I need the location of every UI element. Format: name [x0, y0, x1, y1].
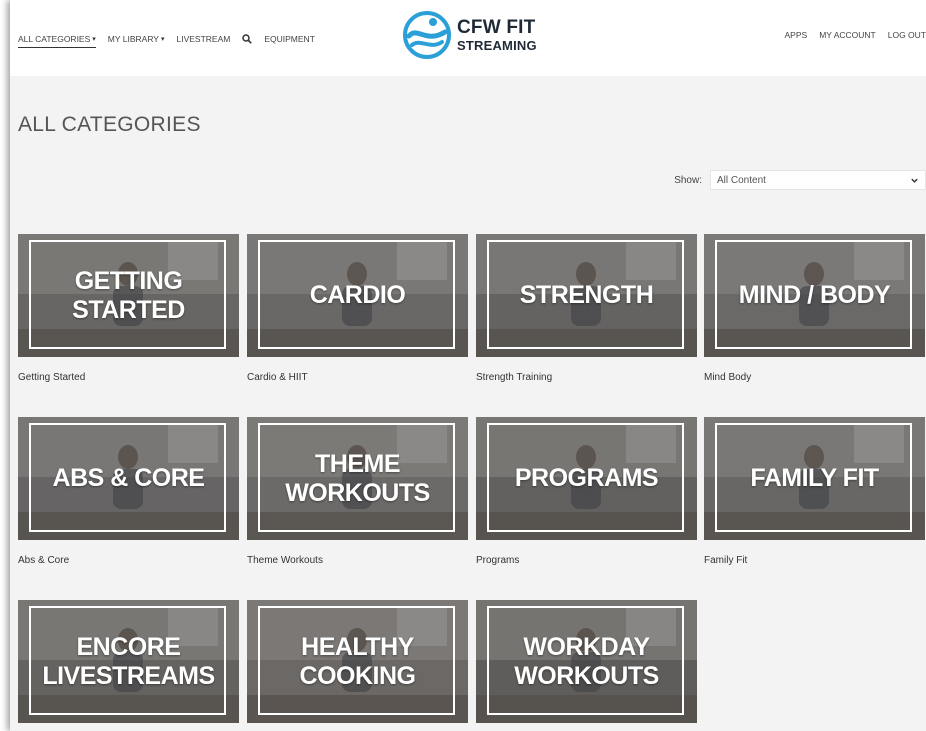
category-card[interactable]: STRENGTH Strength Training [476, 234, 697, 383]
nav-my-account[interactable]: MY ACCOUNT [819, 30, 876, 40]
category-thumbnail[interactable]: MIND / BODY [704, 234, 925, 357]
site-header: ALL CATEGORIES ▾ MY LIBRARY ▾ LIVESTREAM… [10, 0, 926, 76]
category-thumbnail[interactable]: PROGRAMS [476, 417, 697, 540]
category-label[interactable]: Getting Started [18, 372, 239, 383]
nav-all-categories[interactable]: ALL CATEGORIES ▾ [18, 34, 96, 48]
nav-left: ALL CATEGORIES ▾ MY LIBRARY ▾ LIVESTREAM… [18, 30, 327, 48]
category-card[interactable]: FAMILY FIT Family Fit [704, 417, 925, 566]
show-label: Show: [674, 174, 702, 186]
category-label[interactable]: Theme Workouts [247, 555, 468, 566]
category-tile-title: GETTING STARTED [72, 266, 185, 324]
category-card[interactable]: WORKDAY WORKOUTS [476, 600, 697, 731]
category-card[interactable]: ENCORE LIVESTREAMS [18, 600, 239, 731]
category-label[interactable]: Family Fit [704, 555, 925, 566]
category-tile-title: MIND / BODY [738, 281, 891, 310]
category-tile-title: CARDIO [309, 281, 406, 310]
nav-apps-label: APPS [784, 30, 808, 40]
category-tile-title: FAMILY FIT [750, 464, 879, 493]
category-tile-title: STRENGTH [519, 281, 654, 310]
chevron-down-icon [911, 178, 918, 183]
category-thumbnail[interactable]: CARDIO [247, 234, 468, 357]
nav-livestream[interactable]: LIVESTREAM [177, 34, 231, 44]
category-card[interactable]: CARDIO Cardio & HIIT [247, 234, 468, 383]
category-card[interactable]: MIND / BODY Mind Body [704, 234, 925, 383]
category-thumbnail[interactable]: WORKDAY WORKOUTS [476, 600, 697, 723]
category-thumbnail[interactable]: ABS & CORE [18, 417, 239, 540]
category-label[interactable]: Strength Training [476, 372, 697, 383]
caret-down-icon: ▾ [160, 36, 165, 43]
category-tile-title: PROGRAMS [514, 464, 659, 493]
category-thumbnail[interactable]: STRENGTH [476, 234, 697, 357]
category-card[interactable]: GETTING STARTED Getting Started [18, 234, 239, 383]
category-card[interactable]: PROGRAMS Programs [476, 417, 697, 566]
category-tile-title: ABS & CORE [52, 464, 205, 493]
nav-my-account-label: MY ACCOUNT [819, 30, 876, 40]
nav-apps[interactable]: APPS [785, 30, 808, 40]
category-label[interactable]: Mind Body [704, 372, 925, 383]
category-label[interactable]: Abs & Core [18, 555, 239, 566]
category-label[interactable]: Programs [476, 555, 697, 566]
nav-equipment-label: EQUIPMENT [264, 34, 315, 44]
category-tile-title: WORKDAY WORKOUTS [514, 632, 659, 690]
logo-swoosh-icon [403, 11, 451, 59]
nav-log-out[interactable]: LOG OUT [888, 30, 926, 40]
category-card[interactable]: ABS & CORE Abs & Core [18, 417, 239, 566]
nav-my-library-label: MY LIBRARY [107, 34, 159, 44]
show-filter: Show: All Content [674, 170, 926, 190]
category-card[interactable]: HEALTHY COOKING [247, 600, 468, 731]
category-thumbnail[interactable]: FAMILY FIT [704, 417, 925, 540]
category-tile-title: HEALTHY COOKING [299, 632, 416, 690]
category-thumbnail[interactable]: ENCORE LIVESTREAMS [18, 600, 239, 723]
nav-equipment[interactable]: EQUIPMENT [264, 34, 315, 44]
category-thumbnail[interactable]: HEALTHY COOKING [247, 600, 468, 723]
logo[interactable]: CFW FIT STREAMING [402, 10, 537, 60]
nav-my-library[interactable]: MY LIBRARY ▾ [108, 34, 165, 44]
show-select-value: All Content [717, 174, 766, 186]
logo-text: CFW FIT STREAMING [457, 18, 537, 52]
nav-log-out-label: LOG OUT [887, 30, 926, 40]
category-tile-title: THEME WORKOUTS [285, 449, 430, 507]
show-select[interactable]: All Content [710, 170, 926, 190]
page-title: ALL CATEGORIES [18, 113, 201, 136]
nav-all-categories-label: ALL CATEGORIES [18, 34, 91, 44]
caret-down-icon: ▾ [92, 36, 96, 43]
nav-right: APPS MY ACCOUNT LOG OUT [773, 30, 926, 40]
category-thumbnail[interactable]: THEME WORKOUTS [247, 417, 468, 540]
logo-line2: STREAMING [457, 38, 537, 53]
logo-line1: CFW FIT [457, 17, 536, 38]
category-thumbnail[interactable]: GETTING STARTED [18, 234, 239, 357]
nav-livestream-label: LIVESTREAM [176, 34, 231, 44]
category-tile-title: ENCORE LIVESTREAMS [42, 632, 215, 690]
category-label[interactable]: Cardio & HIIT [247, 372, 468, 383]
search-icon[interactable] [242, 34, 253, 44]
category-card[interactable]: THEME WORKOUTS Theme Workouts [247, 417, 468, 566]
page: ALL CATEGORIES ▾ MY LIBRARY ▾ LIVESTREAM… [10, 0, 926, 731]
